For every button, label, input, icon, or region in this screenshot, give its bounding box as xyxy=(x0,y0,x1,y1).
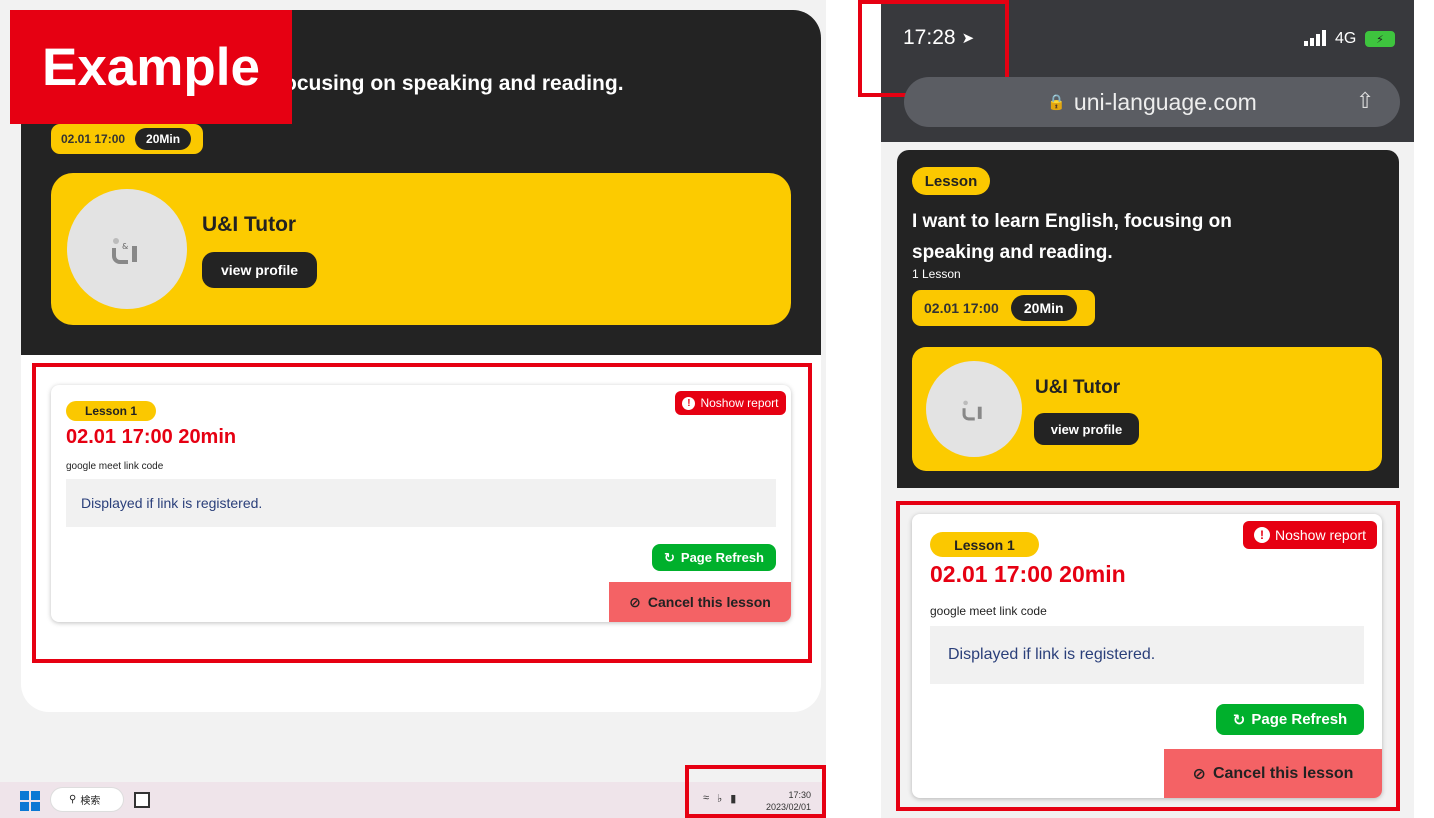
mobile-title-line2: speaking and reading. xyxy=(912,242,1113,263)
mobile-lesson-badge: Lesson xyxy=(912,167,990,195)
lesson-date: 02.01 17:00 xyxy=(61,132,126,146)
mobile-date-pill: 02.01 17:00 20Min xyxy=(912,290,1095,326)
battery-charging-icon: ⚡ xyxy=(1365,31,1395,47)
mobile-view-profile-button[interactable]: view profile xyxy=(1034,413,1139,445)
mobile-tutor-name: U&I Tutor xyxy=(1035,377,1121,398)
taskbar-search[interactable]: ⚲ 検索 xyxy=(50,787,124,812)
highlight-box-mobile-lesson-card xyxy=(896,501,1400,811)
lesson-date-pill: 02.01 17:00 20Min xyxy=(51,124,203,154)
mobile-lesson-title: I want to learn English, focusing on spe… xyxy=(912,206,1232,268)
signal-icon xyxy=(1304,30,1326,46)
lesson-title: ocusing on speaking and reading. xyxy=(284,72,624,95)
svg-text:&: & xyxy=(122,242,128,251)
duration-badge: 20Min xyxy=(135,128,192,150)
u-and-i-logo-icon: & xyxy=(112,238,137,264)
mobile-tutor-avatar xyxy=(926,361,1022,457)
url-bar[interactable]: 🔒 uni-language.com xyxy=(904,77,1400,127)
highlight-box-clock xyxy=(685,765,826,818)
mobile-lesson-count: 1 Lesson xyxy=(912,267,961,281)
mobile-title-line1: I want to learn English, focusing on xyxy=(912,211,1232,232)
example-label: Example xyxy=(10,10,292,124)
u-and-i-logo-icon xyxy=(962,400,982,421)
network-type: 4G xyxy=(1335,30,1357,47)
windows-start-icon[interactable] xyxy=(20,791,40,811)
taskbar-search-label: 検索 xyxy=(80,796,101,807)
lock-icon: 🔒 xyxy=(1047,94,1066,111)
highlight-box-lesson-card xyxy=(32,363,812,663)
mobile-lesson-date: 02.01 17:00 xyxy=(924,300,999,316)
url-text: uni-language.com xyxy=(1073,88,1257,115)
task-view-icon[interactable] xyxy=(134,792,150,808)
tutor-name: U&I Tutor xyxy=(202,213,297,236)
search-icon: ⚲ xyxy=(69,794,77,805)
view-profile-button[interactable]: view profile xyxy=(202,252,317,288)
share-icon[interactable]: ⇧ xyxy=(1356,88,1374,114)
tutor-avatar: & xyxy=(67,189,187,309)
mobile-duration-badge: 20Min xyxy=(1010,295,1077,321)
